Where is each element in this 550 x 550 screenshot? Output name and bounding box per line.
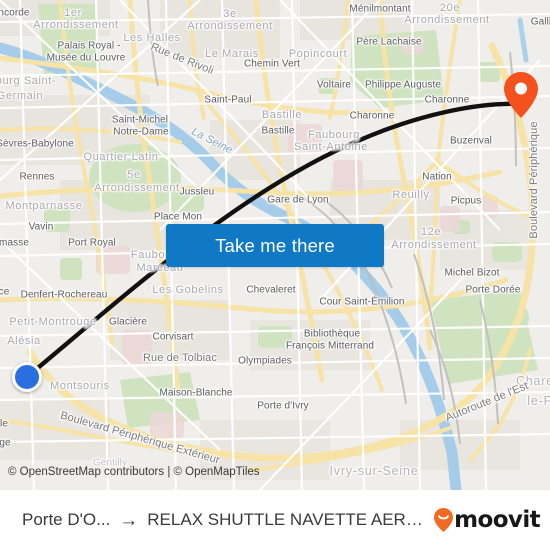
origin-marker[interactable] (12, 362, 42, 392)
map-pin-icon (504, 72, 538, 118)
route-summary[interactable]: Porte D'O... → RELAX SHUTTLE NAVETTE AER… (22, 510, 426, 530)
map-attribution[interactable]: © OpenStreetMap contributors | © OpenMap… (8, 466, 260, 478)
route-destination-label: RELAX SHUTTLE NAVETTE AEROPOR... (147, 510, 427, 529)
arrow-right-icon: → (119, 510, 139, 530)
footer-bar: Porte D'O... → RELAX SHUTTLE NAVETTE AER… (0, 490, 550, 550)
moovit-map-screen: ncorde 1er Arrondissement Les Halles 3e Arron… (0, 0, 550, 550)
take-me-there-button[interactable]: Take me there (166, 224, 384, 267)
moovit-wordmark: moovit (454, 507, 540, 533)
destination-marker[interactable] (504, 72, 538, 118)
take-me-there-label: Take me there (215, 234, 335, 256)
route-origin-label: Porte D'O... (22, 510, 111, 529)
moovit-logo[interactable]: moovit (434, 507, 541, 533)
map-canvas[interactable]: ncorde 1er Arrondissement Les Halles 3e Arron… (0, 0, 550, 490)
moovit-pin-icon (434, 508, 454, 532)
